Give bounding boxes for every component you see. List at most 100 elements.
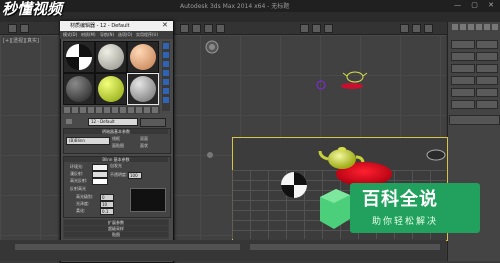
material-slot-1[interactable] [63, 41, 95, 73]
redo-icon[interactable] [20, 24, 29, 33]
shader-rollout-header[interactable]: 明暗器基本参数 [64, 129, 168, 134]
time-slider[interactable] [15, 244, 240, 250]
glossiness-spinner[interactable]: 10 [100, 201, 114, 208]
move-icon[interactable] [192, 24, 201, 33]
show-end-icon[interactable] [136, 107, 142, 113]
light-icon [316, 80, 326, 90]
material-name-field[interactable]: 12 - Default [88, 118, 138, 126]
go-sibling-icon[interactable] [152, 107, 158, 113]
object-type-button[interactable] [476, 52, 498, 61]
motion-tab-icon[interactable] [476, 24, 482, 30]
wire-checkbox[interactable]: 线框 [112, 136, 120, 142]
material-editor-title: 材质编辑器 - 12 - Default [70, 23, 130, 29]
menu-item-utilities[interactable]: 实用程序(U) [136, 32, 158, 38]
undo-icon[interactable] [8, 24, 17, 33]
utilities-tab-icon[interactable] [492, 24, 498, 30]
self-illum-label: 自发光 [110, 163, 122, 168]
diffuse-swatch[interactable] [92, 171, 108, 178]
snap-icon[interactable] [300, 24, 309, 33]
ambient-swatch[interactable] [92, 164, 108, 171]
reset-icon[interactable] [88, 107, 94, 113]
watermark-logo: 秒懂视频 [2, 0, 63, 18]
object-type-button[interactable] [451, 64, 475, 73]
uv-tiling-icon[interactable] [163, 70, 169, 76]
specular-swatch[interactable] [92, 178, 108, 185]
mirror-icon[interactable] [312, 24, 321, 33]
two-sided-checkbox[interactable]: 双面 [140, 136, 148, 142]
go-parent-icon[interactable] [144, 107, 150, 113]
hierarchy-tab-icon[interactable] [468, 24, 474, 30]
sample-sphere [130, 44, 156, 70]
assign-material-icon[interactable] [80, 107, 86, 113]
pick-material-icon[interactable] [66, 119, 72, 124]
shader-dropdown[interactable]: (B)Blinn [66, 137, 110, 145]
material-slot-2[interactable] [95, 41, 127, 73]
render-setup-icon[interactable] [412, 24, 421, 33]
teapot [328, 149, 356, 169]
menu-item-material[interactable]: 材质(M) [81, 32, 96, 38]
menu-item-navigation[interactable]: 导航(N) [100, 32, 114, 38]
close-icon[interactable]: ✕ [162, 21, 168, 29]
video-color-icon[interactable] [163, 79, 169, 85]
preview-icon[interactable] [163, 88, 169, 94]
menu-item-mode[interactable]: 模式(D) [63, 32, 77, 38]
put-to-scene-icon[interactable] [72, 107, 78, 113]
material-slot-3[interactable] [127, 41, 159, 73]
object-type-button[interactable] [476, 100, 498, 109]
material-slot-6[interactable] [127, 73, 159, 105]
backlight-icon[interactable] [163, 52, 169, 58]
pivot-icon [207, 152, 213, 158]
object-type-button[interactable] [451, 100, 475, 109]
soften-value: 0.1 [102, 209, 109, 214]
object-type-button[interactable] [451, 76, 475, 85]
sample-sphere [66, 44, 92, 70]
object-type-button[interactable] [476, 76, 498, 85]
material-editor-icon[interactable] [400, 24, 409, 33]
window-controls[interactable]: — ▢ ✕ [454, 1, 498, 9]
copy-material-icon[interactable] [96, 107, 102, 113]
supersampling-rollout[interactable]: 超级采样 [64, 226, 168, 231]
ambient-label: 环境光: [70, 164, 84, 169]
scale-icon[interactable] [216, 24, 225, 33]
display-tab-icon[interactable] [484, 24, 490, 30]
rotate-icon[interactable] [204, 24, 213, 33]
select-icon[interactable] [180, 24, 189, 33]
menu-item-options[interactable]: 选项(O) [118, 32, 132, 38]
object-type-button[interactable] [476, 40, 498, 49]
material-slot-5[interactable] [95, 73, 127, 105]
options-icon[interactable] [163, 97, 169, 103]
maps-rollout[interactable]: 贴图 [64, 232, 168, 237]
object-type-button[interactable] [451, 52, 475, 61]
render-icon[interactable] [424, 24, 433, 33]
extended-params-rollout[interactable]: 扩展参数 [64, 220, 168, 225]
sample-type-icon[interactable] [163, 43, 169, 49]
sample-sphere [98, 76, 124, 102]
name-color-field[interactable] [449, 115, 500, 125]
opacity-spinner[interactable]: 100 [128, 172, 142, 179]
spec-level-value: 0 [102, 195, 105, 200]
material-slot-4[interactable] [63, 73, 95, 105]
put-library-icon[interactable] [112, 107, 118, 113]
material-id-icon[interactable] [120, 107, 126, 113]
background-icon[interactable] [163, 61, 169, 67]
object-type-button[interactable] [451, 88, 475, 97]
spec-level-label: 高光级别: [76, 194, 94, 199]
faceted-checkbox[interactable]: 面状 [140, 143, 148, 149]
soften-spinner[interactable]: 0.1 [100, 208, 114, 215]
show-map-icon[interactable] [128, 107, 134, 113]
face-map-checkbox[interactable]: 面贴图 [112, 143, 124, 149]
object-type-button[interactable] [476, 64, 498, 73]
brand-title: 百科全说 [362, 189, 438, 210]
align-icon[interactable] [324, 24, 333, 33]
get-material-icon[interactable] [64, 107, 70, 113]
track-bar[interactable] [250, 244, 440, 250]
material-type-button[interactable] [140, 118, 166, 127]
spec-level-spinner[interactable]: 0 [100, 194, 114, 201]
specular-label: 高光反射: [70, 178, 88, 183]
blinn-rollout-header[interactable]: Blinn 基本参数 [64, 157, 168, 162]
modify-tab-icon[interactable] [460, 24, 466, 30]
object-type-button[interactable] [476, 88, 498, 97]
unique-icon[interactable] [104, 107, 110, 113]
create-tab-icon[interactable] [452, 24, 458, 30]
object-type-button[interactable] [451, 40, 475, 49]
